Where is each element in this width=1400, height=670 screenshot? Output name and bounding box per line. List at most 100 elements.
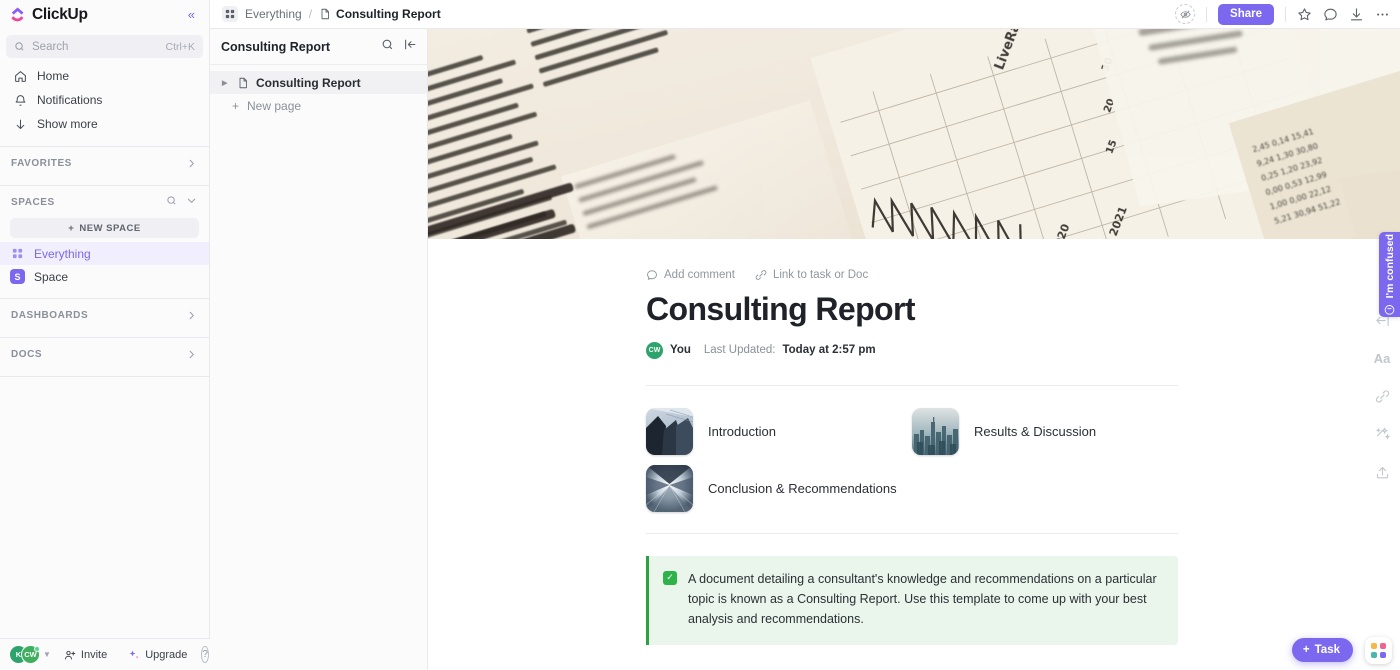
section-label: SPACES — [11, 196, 55, 208]
chevron-down-icon[interactable]: ▼ — [43, 650, 51, 659]
add-comment-label: Add comment — [664, 269, 735, 281]
home-icon — [13, 69, 27, 83]
chevron-right-icon[interactable]: ▶ — [222, 79, 230, 87]
doc-cover-image[interactable]: LiveRamp in US-Dollar 2019 2020 2021 15 … — [428, 29, 1400, 239]
help-circle-icon[interactable]: ? — [201, 646, 209, 663]
section-card-label: Results & Discussion — [974, 423, 1097, 439]
doc-byline: CW You Last Updated: Today at 2:57 pm — [646, 341, 1178, 359]
search-shortcut: Ctrl+K — [165, 40, 195, 53]
breadcrumb-root[interactable]: Everything — [245, 7, 302, 21]
sidebar-item-notifications[interactable]: Notifications — [0, 88, 209, 112]
sidebar-item-everything[interactable]: Everything — [0, 242, 209, 265]
doc-icon — [239, 77, 247, 88]
download-icon[interactable] — [1349, 7, 1364, 22]
apps-dot — [1379, 651, 1386, 658]
add-comment-button[interactable]: Add comment — [646, 269, 735, 281]
page-title[interactable]: Consulting Report — [646, 291, 1178, 328]
section-card-conclusion-recommendations[interactable]: Conclusion & Recommendations — [646, 460, 912, 517]
ellipsis-icon[interactable] — [1375, 7, 1390, 22]
green-check-icon: ✓ — [663, 570, 677, 585]
star-icon[interactable] — [1297, 7, 1312, 22]
upgrade-button[interactable]: Upgrade — [120, 644, 195, 665]
pages-panel-header: Consulting Report — [210, 29, 427, 65]
invite-button[interactable]: Invite — [56, 644, 115, 665]
section-card-label: Introduction — [708, 423, 776, 439]
chevron-right-icon[interactable] — [186, 310, 197, 321]
section-card-results-discussion[interactable]: Results & Discussion — [912, 403, 1178, 460]
online-status-dot — [34, 646, 40, 652]
section-label: FAVORITES — [11, 157, 72, 169]
breadcrumb: Everything / Consulting Report — [222, 6, 441, 22]
plus-icon: + — [232, 98, 240, 113]
comment-icon — [647, 270, 657, 280]
doc-split: Consulting Report ▶ Consulting Report + … — [210, 29, 1400, 670]
divider — [646, 532, 1178, 534]
space-label: Space — [34, 269, 69, 284]
apps-grid-icon[interactable] — [1365, 637, 1392, 664]
im-confused-label: I'm confused — [1383, 233, 1396, 299]
chevron-right-icon[interactable] — [186, 158, 197, 169]
app-root: ClickUp « Search Ctrl+K Home Notificatio… — [0, 0, 1400, 670]
apps-dot — [1371, 643, 1378, 650]
search-input[interactable]: Search Ctrl+K — [6, 35, 203, 58]
share-export-icon[interactable] — [1375, 465, 1390, 480]
sidebar-section-dashboards[interactable]: DASHBOARDS — [0, 299, 209, 331]
divider — [1285, 6, 1286, 22]
im-confused-tab[interactable]: I'm confused — [1379, 232, 1400, 317]
ai-wand-icon[interactable] — [1375, 427, 1390, 442]
left-sidebar: ClickUp « Search Ctrl+K Home Notificatio… — [0, 0, 210, 670]
chevron-right-icon[interactable] — [186, 349, 197, 360]
avatar[interactable]: CW — [646, 341, 663, 359]
callout-box[interactable]: ✓ A document detailing a consultant's kn… — [646, 555, 1178, 645]
relationship-icon[interactable] — [1375, 389, 1390, 404]
bell-icon — [13, 93, 27, 107]
plus-icon: + — [68, 222, 75, 234]
breadcrumb-separator: / — [308, 7, 313, 21]
arrow-down-icon — [13, 117, 27, 131]
chevron-down-icon[interactable] — [186, 193, 197, 211]
sidebar-section-docs[interactable]: DOCS — [0, 338, 209, 370]
invite-label: Invite — [80, 648, 108, 661]
sidebar-item-space[interactable]: S Space — [0, 265, 209, 288]
help-label: ? — [202, 649, 208, 660]
spaces-search-icon[interactable] — [166, 193, 177, 211]
sidebar-brand: ClickUp « — [0, 0, 209, 29]
avatar-group[interactable]: K CW ▼ — [9, 645, 51, 664]
sidebar-section-favorites[interactable]: FAVORITES — [0, 147, 209, 179]
sparkle-icon — [129, 650, 139, 658]
doc-canvas: LiveRamp in US-Dollar 2019 2020 2021 15 … — [428, 29, 1400, 670]
section-card-introduction[interactable]: Introduction — [646, 403, 912, 460]
sidebar-collapse-icon[interactable]: « — [186, 6, 197, 23]
main-area: Everything / Consulting Report Share Con… — [210, 0, 1400, 670]
new-space-button[interactable]: + NEW SPACE — [10, 218, 199, 238]
divider — [1206, 6, 1208, 22]
link-icon — [755, 270, 767, 280]
add-task-button[interactable]: + Task — [1291, 638, 1353, 662]
sidebar-item-home[interactable]: Home — [0, 64, 209, 88]
grid-icon — [10, 246, 25, 261]
avatar: CW — [21, 645, 40, 664]
pages-search-icon[interactable] — [381, 38, 394, 56]
top-bar: Everything / Consulting Report Share — [210, 0, 1400, 29]
byline-author: You — [670, 344, 691, 357]
breadcrumb-current[interactable]: Consulting Report — [319, 7, 441, 21]
eye-slash-icon[interactable] — [1175, 4, 1196, 24]
sidebar-section-spaces[interactable]: SPACES — [0, 186, 209, 218]
new-page-button[interactable]: + New page — [210, 94, 427, 117]
link-to-task-button[interactable]: Link to task or Doc — [755, 269, 868, 281]
font-size-icon[interactable]: Aa — [1374, 351, 1391, 366]
comment-icon[interactable] — [1323, 7, 1338, 22]
pages-list: ▶ Consulting Report + New page — [210, 65, 427, 117]
sidebar-footer: K CW ▼ Invite Upgrade ? — [0, 638, 210, 670]
share-button[interactable]: Share — [1218, 3, 1274, 25]
space-label: Everything — [34, 246, 91, 261]
collapse-panel-icon[interactable] — [404, 38, 417, 56]
page-item-consulting-report[interactable]: ▶ Consulting Report — [210, 71, 427, 94]
sidebar-item-label: Show more — [37, 117, 98, 131]
apps-dot — [1371, 651, 1378, 658]
callout-text: A document detailing a consultant's know… — [688, 571, 1157, 627]
sidebar-nav: Home Notifications Show more — [0, 58, 209, 140]
section-label: DASHBOARDS — [11, 309, 89, 321]
sidebar-item-show-more[interactable]: Show more — [0, 112, 209, 136]
top-actions: Share — [1175, 3, 1390, 25]
